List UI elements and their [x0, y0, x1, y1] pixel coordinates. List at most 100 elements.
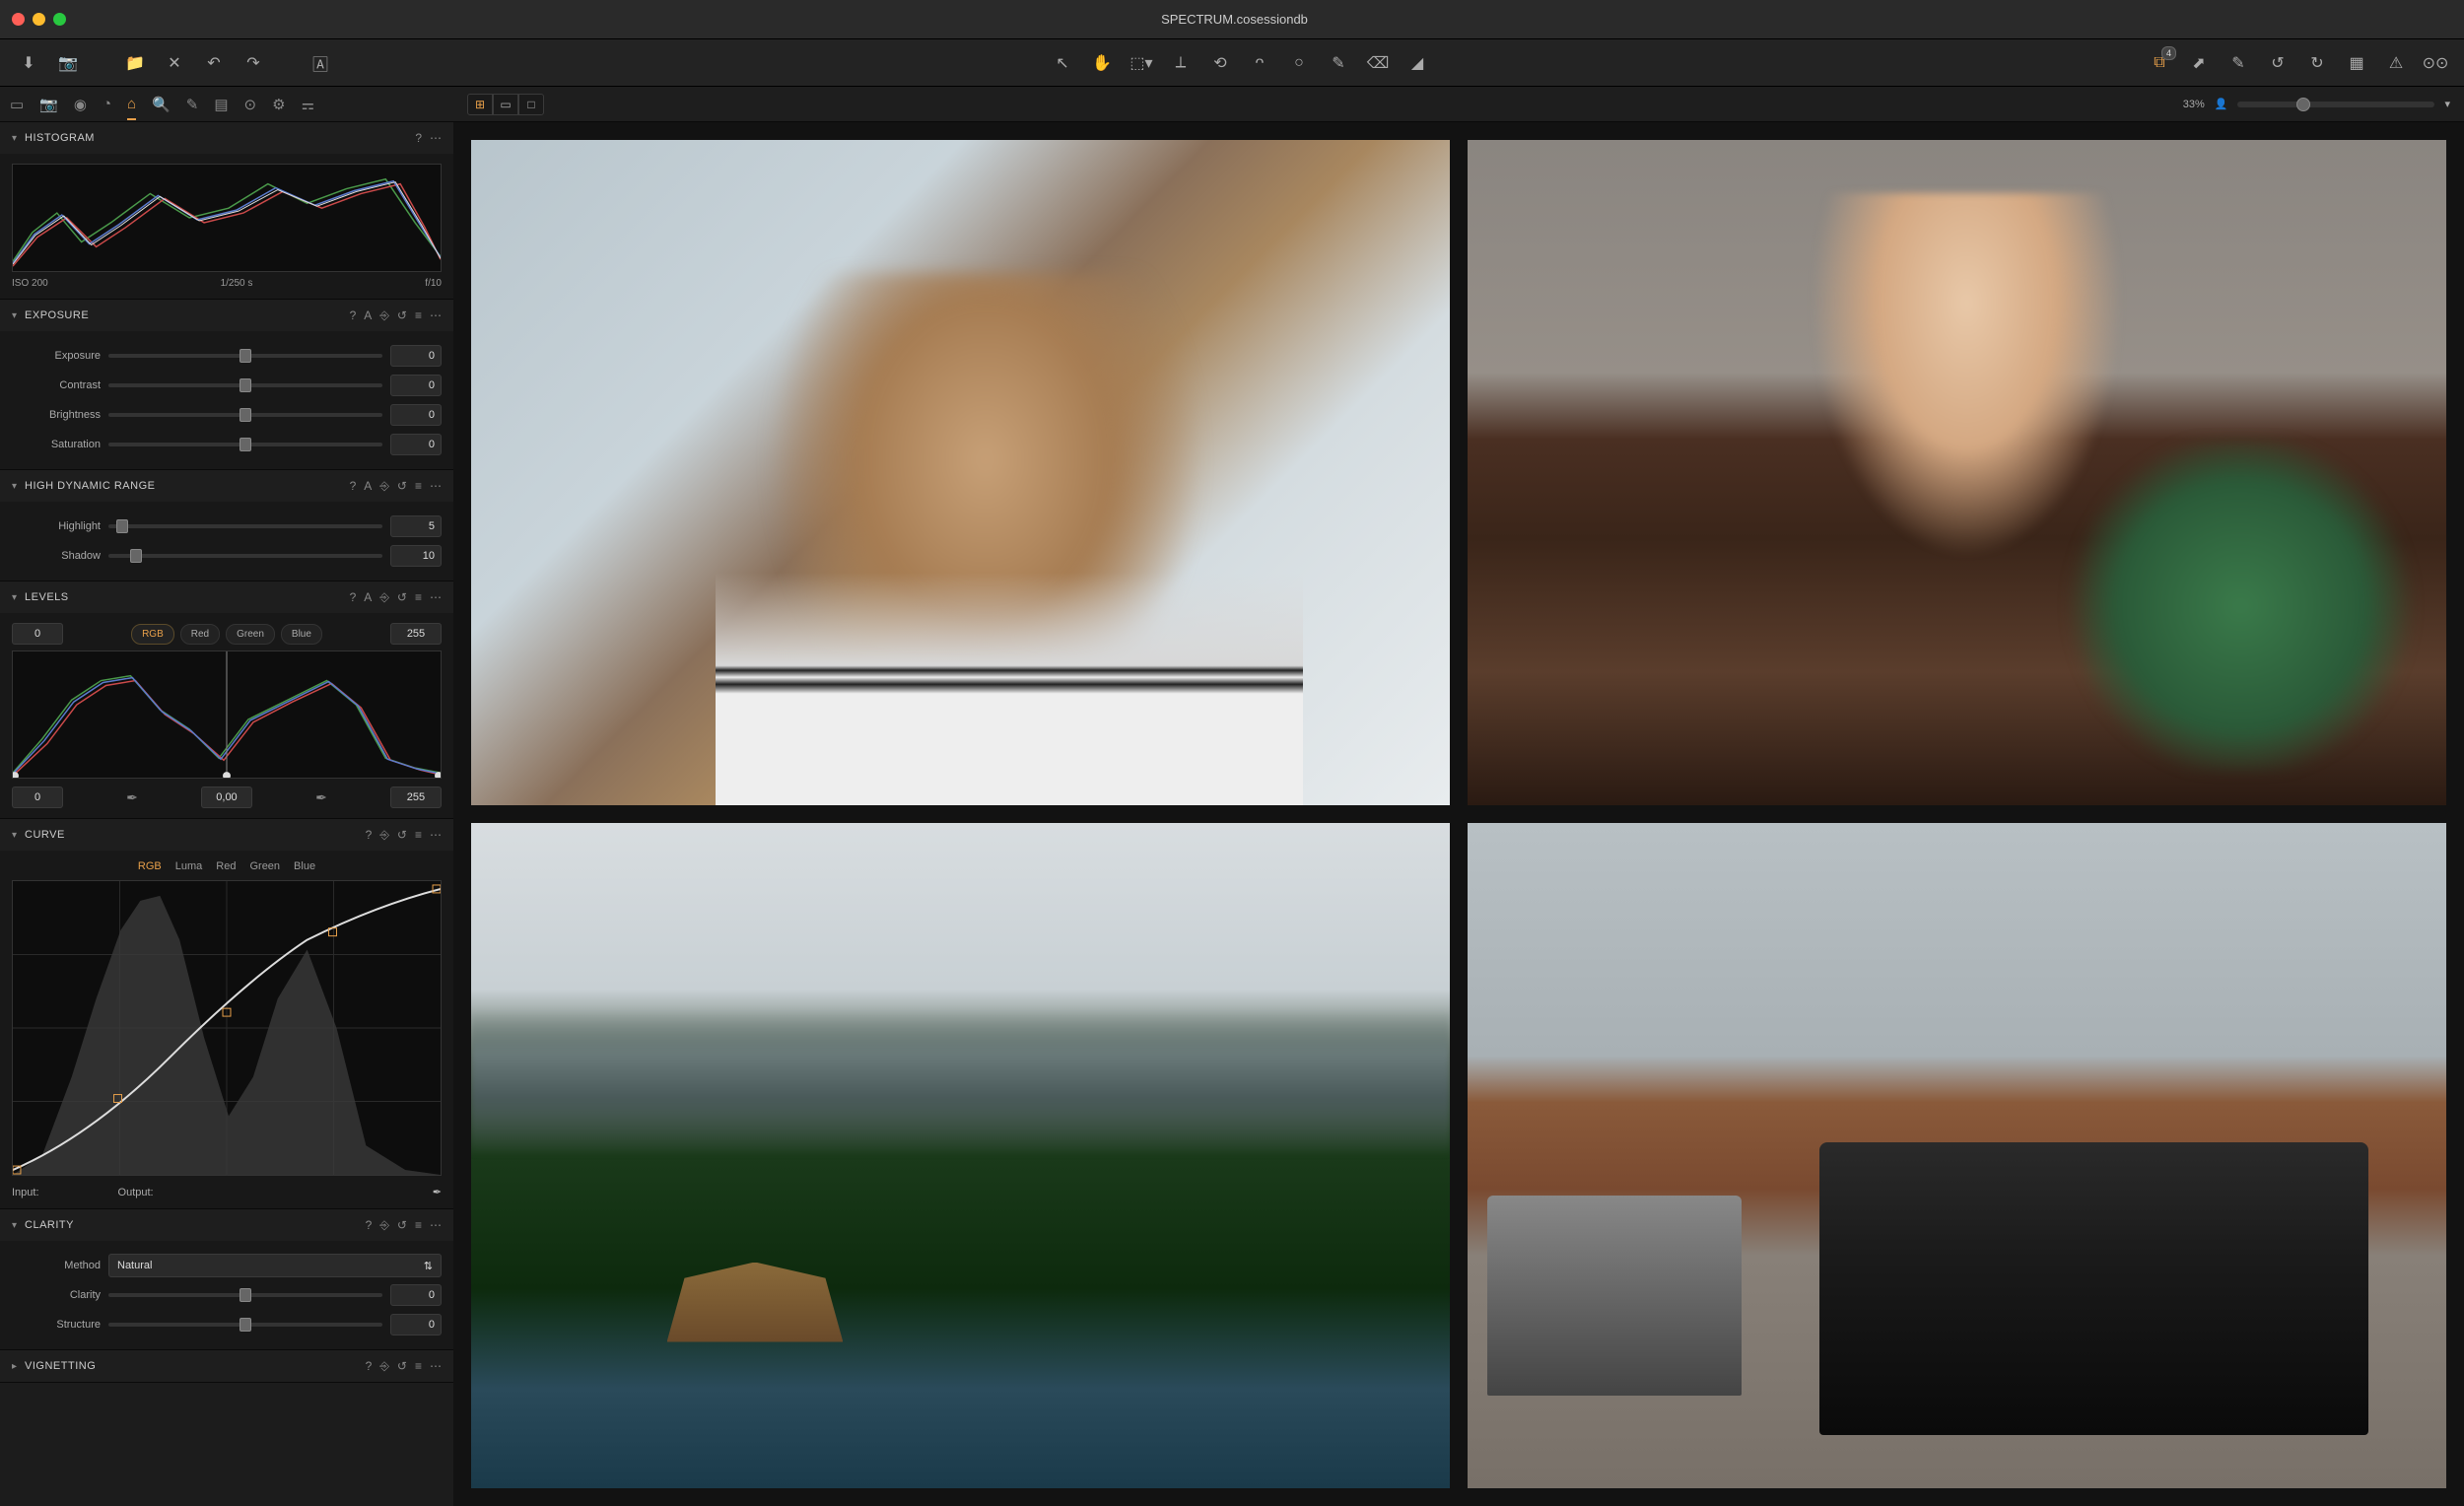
copy-icon[interactable]: ⎆: [379, 1218, 389, 1233]
contrast-value[interactable]: 0: [390, 375, 442, 396]
reset-icon[interactable]: ↺: [397, 1359, 407, 1374]
levels-red-tab[interactable]: Red: [180, 624, 220, 645]
settings-tab-icon[interactable]: ⚙: [272, 96, 285, 113]
menu-icon[interactable]: ⋯: [430, 131, 442, 145]
curve-red-tab[interactable]: Red: [216, 860, 236, 872]
crop-tool-icon[interactable]: ⟂: [1168, 50, 1194, 76]
metadata-tab-icon[interactable]: ▤: [214, 96, 228, 113]
thumbnail-2[interactable]: [1468, 140, 2446, 805]
help-icon[interactable]: ?: [415, 131, 422, 145]
menu-icon[interactable]: ⋯: [430, 308, 442, 323]
hand-tool-icon[interactable]: ✋: [1089, 50, 1115, 76]
black-picker-icon[interactable]: ✒: [126, 789, 138, 806]
levels-rgb-tab[interactable]: RGB: [131, 624, 174, 645]
color-tab-icon[interactable]: ◔: [103, 96, 111, 112]
help-icon[interactable]: ?: [366, 828, 373, 843]
focus-mask-icon[interactable]: ⊙⊙: [2423, 50, 2448, 76]
close-window-button[interactable]: [12, 13, 25, 26]
minimize-window-button[interactable]: [33, 13, 45, 26]
curve-rgb-tab[interactable]: RGB: [138, 860, 162, 872]
undo-icon[interactable]: ↶: [201, 50, 227, 76]
auto-icon[interactable]: A: [364, 308, 372, 323]
rotate-left-icon[interactable]: ↺: [2265, 50, 2291, 76]
copy-icon[interactable]: ⎆: [379, 828, 389, 843]
open-folder-icon[interactable]: 📁: [122, 50, 148, 76]
curve-luma-tab[interactable]: Luma: [175, 860, 203, 872]
brightness-slider[interactable]: [108, 413, 382, 417]
auto-adjust-icon[interactable]: 🄰: [308, 50, 333, 76]
help-icon[interactable]: ?: [350, 590, 357, 605]
clarity-value[interactable]: 0: [390, 1284, 442, 1306]
preset-icon[interactable]: ≡: [415, 308, 422, 323]
hdr-panel-header[interactable]: ▾ HIGH DYNAMIC RANGE ? A ⎆ ↺ ≡ ⋯: [0, 470, 453, 502]
grid-overlay-icon[interactable]: ▦: [2344, 50, 2369, 76]
vignetting-panel-header[interactable]: ▸ VIGNETTING ? ⎆ ↺ ≡ ⋯: [0, 1350, 453, 1382]
library-tab-icon[interactable]: ▭: [10, 96, 24, 113]
details-tab-icon[interactable]: 🔍: [152, 96, 171, 113]
warning-overlay-icon[interactable]: ⚠: [2383, 50, 2409, 76]
eraser-tool-icon[interactable]: ⌫: [1365, 50, 1391, 76]
menu-icon[interactable]: ⋯: [430, 479, 442, 494]
levels-panel-header[interactable]: ▾ LEVELS ? A ⎆ ↺ ≡ ⋯: [0, 582, 453, 613]
clarity-slider[interactable]: [108, 1293, 382, 1297]
contrast-slider[interactable]: [108, 383, 382, 387]
single-view-button[interactable]: □: [518, 94, 544, 115]
curve-picker-icon[interactable]: ✒: [433, 1186, 442, 1198]
adjustments-tab-icon[interactable]: ⚎: [302, 96, 314, 113]
keystone-tool-icon[interactable]: ᴖ: [1247, 50, 1272, 76]
highlight-slider[interactable]: [108, 524, 382, 528]
preset-icon[interactable]: ≡: [415, 1359, 422, 1374]
clarity-method-select[interactable]: Natural ⇅: [108, 1254, 442, 1277]
preset-icon[interactable]: ≡: [415, 1218, 422, 1233]
rotate-right-icon[interactable]: ↻: [2304, 50, 2330, 76]
help-icon[interactable]: ?: [350, 479, 357, 494]
auto-icon[interactable]: A: [364, 590, 372, 605]
zoom-slider[interactable]: [2237, 102, 2434, 107]
menu-icon[interactable]: ⋯: [430, 828, 442, 843]
curve-green-tab[interactable]: Green: [249, 860, 280, 872]
brightness-value[interactable]: 0: [390, 404, 442, 426]
batch-queue-icon[interactable]: ⧉: [2147, 50, 2172, 76]
exposure-tab-icon[interactable]: ⌂: [127, 96, 136, 120]
reset-icon[interactable]: ↺: [397, 590, 407, 605]
gradient-tool-icon[interactable]: ◢: [1404, 50, 1430, 76]
histogram-chart[interactable]: [12, 164, 442, 272]
reset-icon[interactable]: ↺: [397, 479, 407, 494]
capture-icon[interactable]: 📷: [55, 50, 81, 76]
preset-icon[interactable]: ≡: [415, 828, 422, 843]
histogram-panel-header[interactable]: ▾ HISTOGRAM ? ⋯: [0, 122, 453, 154]
preset-icon[interactable]: ≡: [415, 590, 422, 605]
exposure-slider[interactable]: [108, 354, 382, 358]
reset-icon[interactable]: ↺: [397, 828, 407, 843]
zoom-preset-icon[interactable]: ▾: [2444, 98, 2450, 110]
levels-out-white[interactable]: 255: [390, 787, 442, 808]
menu-icon[interactable]: ⋯: [430, 1359, 442, 1374]
exposure-value[interactable]: 0: [390, 345, 442, 367]
saturation-slider[interactable]: [108, 443, 382, 446]
edit-external-icon[interactable]: ✎: [2225, 50, 2251, 76]
primary-view-button[interactable]: ▭: [493, 94, 518, 115]
help-icon[interactable]: ?: [366, 1359, 373, 1374]
copy-icon[interactable]: ⎆: [379, 479, 389, 494]
cursor-tool-icon[interactable]: ↖: [1050, 50, 1075, 76]
levels-green-tab[interactable]: Green: [226, 624, 275, 645]
spot-tool-icon[interactable]: ○: [1286, 50, 1312, 76]
process-icon[interactable]: ⬈: [2186, 50, 2212, 76]
preset-icon[interactable]: ≡: [415, 479, 422, 494]
levels-out-mid[interactable]: 0,00: [201, 787, 252, 808]
levels-blue-tab[interactable]: Blue: [281, 624, 322, 645]
auto-icon[interactable]: A: [364, 479, 372, 494]
levels-out-black[interactable]: 0: [12, 787, 63, 808]
highlight-value[interactable]: 5: [390, 515, 442, 537]
levels-chart[interactable]: [12, 650, 442, 779]
brush-tool-icon[interactable]: ✎: [1326, 50, 1351, 76]
clarity-panel-header[interactable]: ▾ CLARITY ? ⎆ ↺ ≡ ⋯: [0, 1209, 453, 1241]
multi-view-button[interactable]: ⊞: [467, 94, 493, 115]
thumbnail-1[interactable]: [471, 140, 1450, 805]
reset-icon[interactable]: ↺: [397, 1218, 407, 1233]
output-tab-icon[interactable]: ⊙: [244, 96, 257, 113]
structure-value[interactable]: 0: [390, 1314, 442, 1335]
delete-icon[interactable]: ✕: [162, 50, 187, 76]
copy-icon[interactable]: ⎆: [379, 590, 389, 605]
help-icon[interactable]: ?: [366, 1218, 373, 1233]
